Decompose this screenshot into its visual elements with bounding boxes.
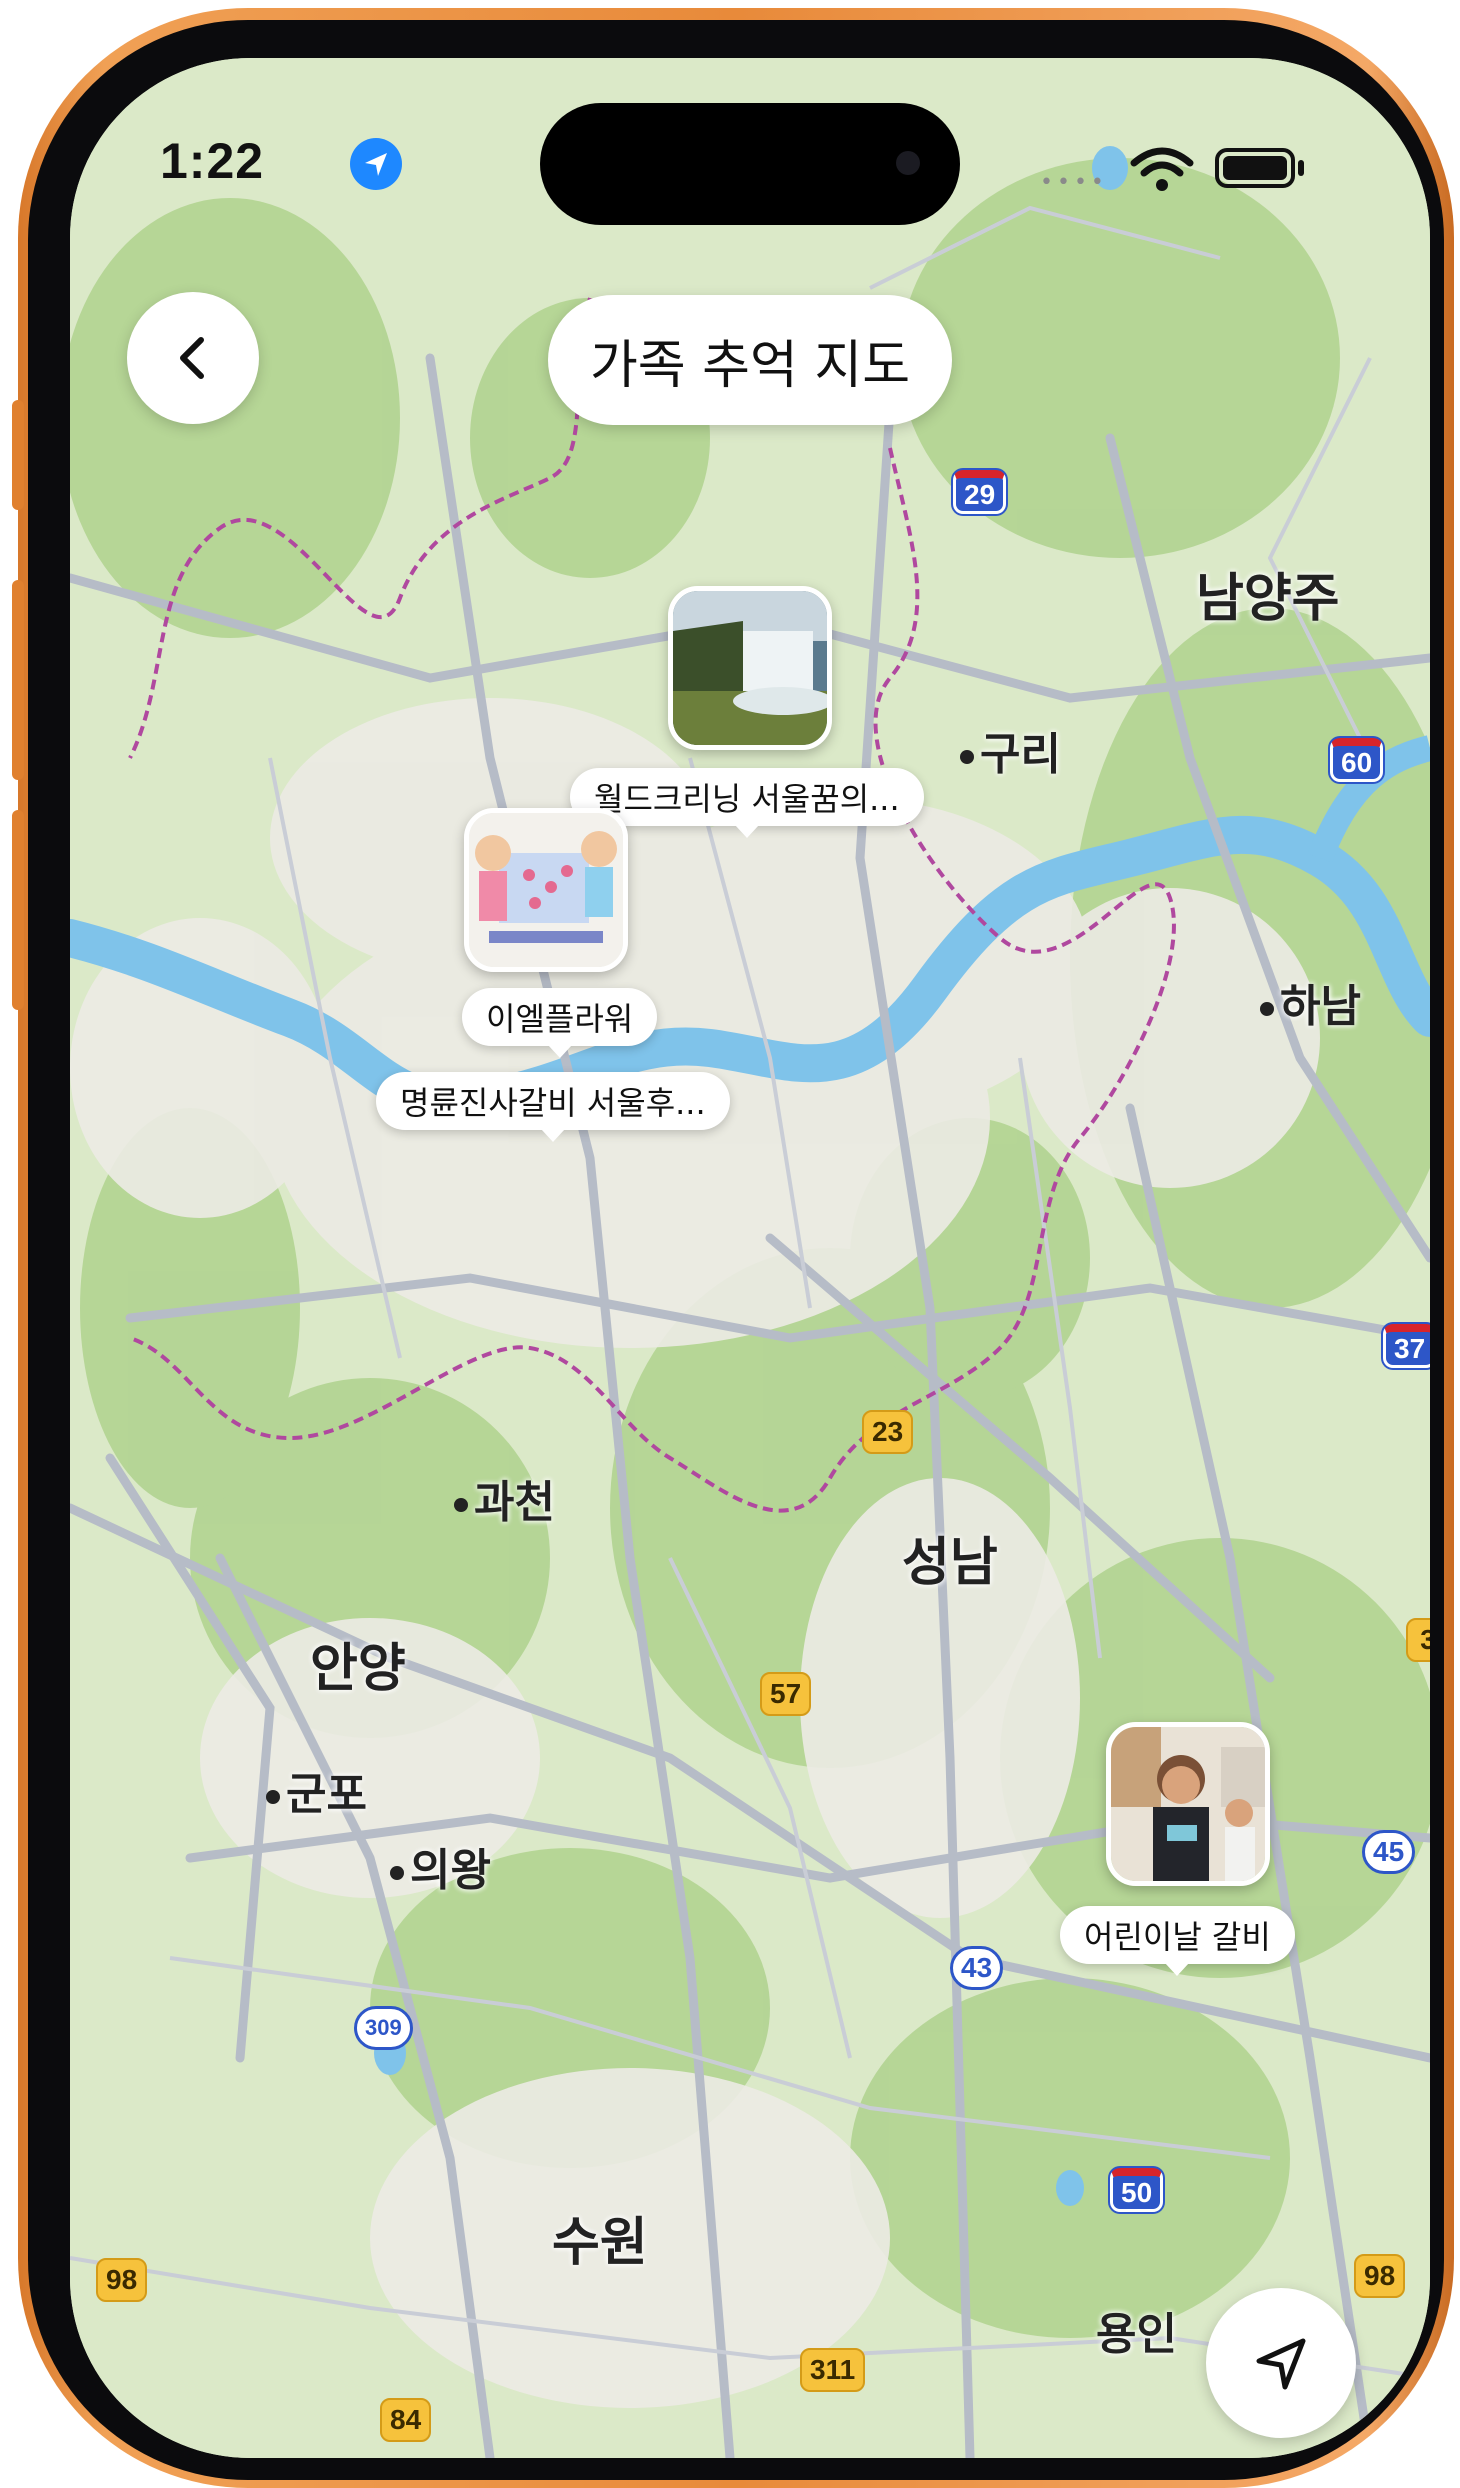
- status-time: 1:22: [160, 133, 265, 189]
- waterfall-photo: [673, 591, 827, 745]
- route-shield: 50: [1110, 2168, 1164, 2212]
- memory-pin-label[interactable]: 이엘플라워: [462, 988, 658, 1058]
- volume-up-button: [12, 580, 24, 780]
- place-label-gwacheon: 과천: [454, 1466, 555, 1530]
- route-shield: 29: [953, 470, 1007, 514]
- child-photo: [1111, 1727, 1265, 1881]
- place-dot: [390, 1866, 404, 1880]
- route-shield: 84: [380, 2398, 432, 2442]
- front-camera: [896, 151, 920, 175]
- place-label-gunpo-text: 군포: [286, 1769, 367, 1820]
- place-label-suwon: 수원: [552, 2213, 648, 2273]
- battery-icon: [1215, 148, 1295, 188]
- screen: 남양주 구리 하남 과천 성남 안양 군포 의왕 수원 용인 29 60 37 …: [70, 58, 1430, 2458]
- memory-pin-photo-drawing[interactable]: [464, 808, 628, 972]
- place-label-hanam-text: 하남: [1280, 981, 1361, 1032]
- route-shield: 45: [1362, 1830, 1416, 1874]
- route-shield: 309: [354, 2006, 413, 2050]
- place-label-gwacheon-text: 과천: [474, 1477, 555, 1528]
- wifi-icon: [1130, 147, 1194, 191]
- volume-down-button: [12, 810, 24, 1010]
- route-shield: 23: [862, 1410, 914, 1454]
- route-shield: 43: [950, 1946, 1004, 1990]
- action-button: [12, 400, 24, 510]
- place-label-anyang: 안양: [310, 1639, 406, 1699]
- current-location-button[interactable]: [1206, 2288, 1356, 2438]
- memory-pin-label[interactable]: 어린이날 갈비: [1060, 1906, 1295, 1976]
- memory-pin-photo-child[interactable]: [1106, 1722, 1270, 1886]
- route-shield: 98: [1354, 2254, 1406, 2298]
- route-shield: 37: [1383, 1324, 1430, 1368]
- place-label-hanam: 하남: [1260, 970, 1361, 1034]
- route-shield: 311: [800, 2348, 866, 2392]
- location-arrow-icon: [1256, 2338, 1306, 2390]
- dynamic-island: [540, 103, 960, 225]
- place-label-yongin: 용인: [1096, 2309, 1177, 2360]
- place-label-seongnam: 성남: [902, 1533, 998, 1593]
- memory-pin-photo-waterfall[interactable]: [668, 586, 832, 750]
- place-label-uiwang: 의왕: [390, 1834, 491, 1898]
- route-shield: 3: [1406, 1618, 1430, 1662]
- drawing-photo: [469, 813, 623, 967]
- chevron-left-icon: [180, 337, 204, 379]
- place-label-gunpo: 군포: [266, 1758, 367, 1822]
- battery-tip: [1298, 160, 1304, 176]
- memory-pin-label[interactable]: 월드크리닝 서울꿈의...: [570, 768, 924, 838]
- place-dot: [266, 1790, 280, 1804]
- route-shield: 57: [760, 1672, 812, 1716]
- route-shield: 98: [96, 2258, 148, 2302]
- place-dot: [454, 1498, 468, 1512]
- back-button[interactable]: [127, 292, 259, 424]
- place-dot: [960, 750, 974, 764]
- page-title: 가족 추억 지도: [548, 295, 952, 425]
- cellular-signal-icon: ••••: [1040, 170, 1108, 195]
- place-dot: [1260, 1002, 1274, 1016]
- memory-pin-label[interactable]: 명륜진사갈비 서울후...: [376, 1072, 730, 1142]
- place-label-guri: 구리: [960, 718, 1061, 782]
- place-label-guri-text: 구리: [980, 729, 1061, 780]
- place-label-namyangju: 남양주: [1196, 569, 1340, 629]
- route-shield: 60: [1330, 738, 1384, 782]
- place-label-uiwang-text: 의왕: [410, 1845, 491, 1896]
- location-services-icon: [350, 138, 402, 190]
